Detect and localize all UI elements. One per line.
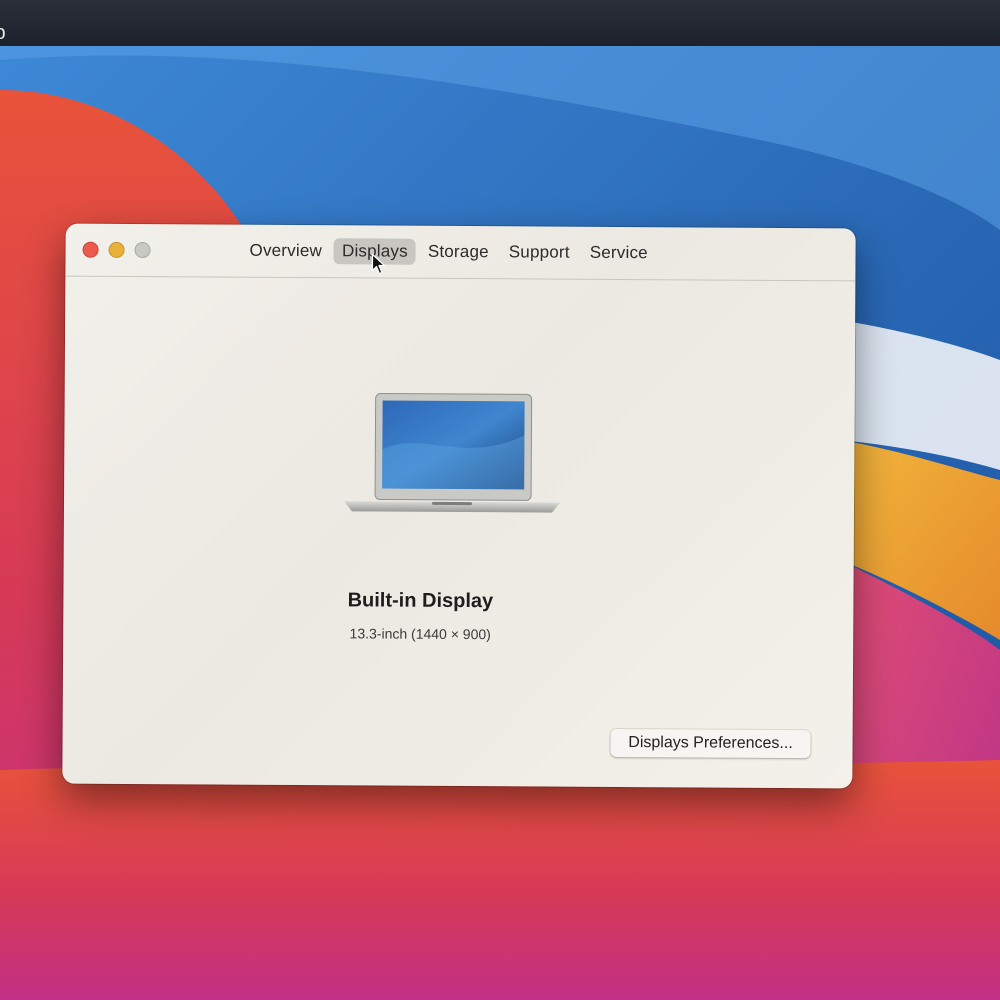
about-this-mac-window: Overview Displays Storage Support Servic… (62, 223, 856, 789)
tab-support[interactable]: Support (501, 239, 578, 265)
desktop: lp Overview Displays Storage Support Ser… (0, 0, 1000, 1000)
zoom-icon[interactable] (134, 242, 151, 259)
tab-overview[interactable]: Overview (241, 238, 330, 265)
pointer-cursor-icon (371, 253, 386, 275)
display-spec: 13.3-inch (1440 × 900) (349, 625, 491, 643)
menu-bar: lp (0, 0, 1000, 46)
tab-storage[interactable]: Storage (420, 239, 497, 265)
tab-bar: Overview Displays Storage Support Servic… (241, 236, 655, 269)
window-titlebar: Overview Displays Storage Support Servic… (65, 223, 856, 282)
menu-item-label: lp (0, 22, 6, 45)
minimize-icon[interactable] (108, 241, 125, 258)
display-name: Built-in Display (347, 589, 494, 613)
tab-service[interactable]: Service (582, 240, 656, 266)
displays-preferences-button[interactable]: Displays Preferences... (610, 728, 811, 759)
menu-item-help[interactable]: lp (0, 22, 6, 45)
close-icon[interactable] (82, 241, 99, 258)
laptop-icon (344, 393, 561, 513)
